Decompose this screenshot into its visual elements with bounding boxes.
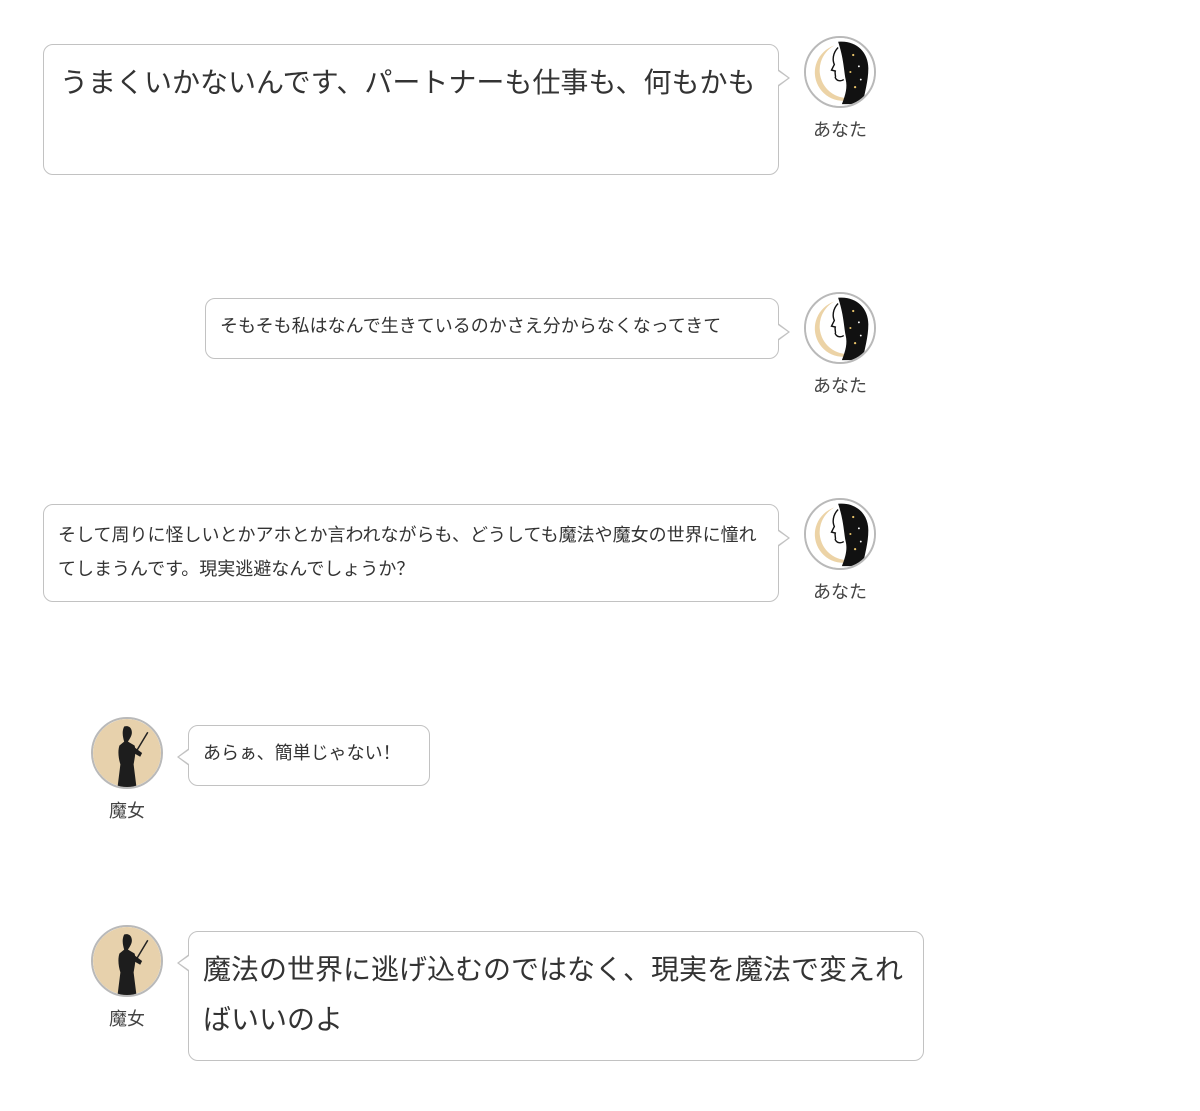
chat-message-4: あらぁ、簡単じゃない！ [177,725,430,786]
user-avatar [804,292,876,364]
message-text: そして周りに怪しいとかアホとか言われながらも、どうしても魔法や魔女の世界に憧れて… [58,525,757,581]
speaker-name: 魔女 [109,801,145,822]
user-avatar [804,498,876,570]
message-text: うまくいかないんです、パートナーも仕事も、何もかも [60,66,756,99]
chat-message-2: そもそも私はなんで生きているのかさえ分からなくなってきて [205,298,790,359]
speaker-name: あなた [813,120,867,141]
speaker-name: あなた [813,582,867,603]
witch-avatar [91,925,163,997]
chat-message-5: 魔法の世界に逃げ込むのではなく、現実を魔法で変えればいいのよ [177,931,924,1061]
speaker-name: 魔女 [109,1009,145,1030]
message-text: そもそも私はなんで生きているのかさえ分からなくなってきて [220,316,722,337]
chat-message-1: うまくいかないんです、パートナーも仕事も、何もかも [43,44,790,175]
witch-avatar [91,717,163,789]
woman-profile-moon-icon [806,38,874,106]
woman-profile-moon-icon [806,294,874,362]
message-text: 魔法の世界に逃げ込むのではなく、現実を魔法で変えればいいのよ [203,953,904,1037]
message-text: あらぁ、簡単じゃない！ [203,743,401,764]
user-avatar [804,36,876,108]
woman-profile-moon-icon [806,500,874,568]
chat-message-3: そして周りに怪しいとかアホとか言われながらも、どうしても魔法や魔女の世界に憧れて… [43,504,790,602]
witch-silhouette-icon [93,719,161,787]
witch-silhouette-icon [93,927,161,995]
speaker-name: あなた [813,376,867,397]
